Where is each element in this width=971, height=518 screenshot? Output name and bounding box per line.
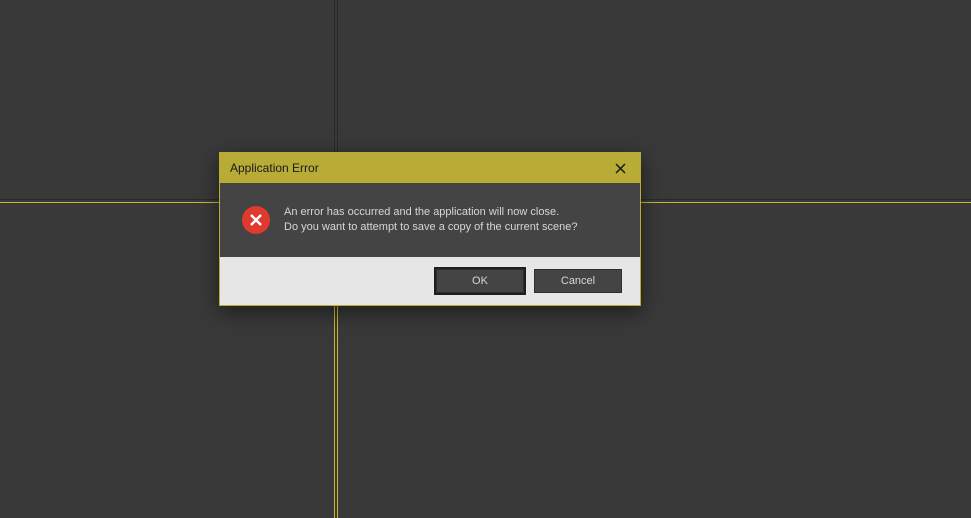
close-button[interactable] <box>608 156 632 180</box>
dialog-message-line2: Do you want to attempt to save a copy of… <box>284 220 578 235</box>
ok-button[interactable]: OK <box>436 269 524 293</box>
error-icon <box>242 206 270 234</box>
dialog-title: Application Error <box>230 161 319 175</box>
dialog-titlebar[interactable]: Application Error <box>220 153 640 183</box>
error-dialog: Application Error An error has occurred … <box>219 152 641 306</box>
dialog-message-line1: An error has occurred and the applicatio… <box>284 205 578 220</box>
cancel-button[interactable]: Cancel <box>534 269 622 293</box>
dialog-content: An error has occurred and the applicatio… <box>220 183 640 257</box>
dialog-message: An error has occurred and the applicatio… <box>284 205 578 235</box>
dialog-button-row: OK Cancel <box>220 257 640 305</box>
close-icon <box>615 163 626 174</box>
